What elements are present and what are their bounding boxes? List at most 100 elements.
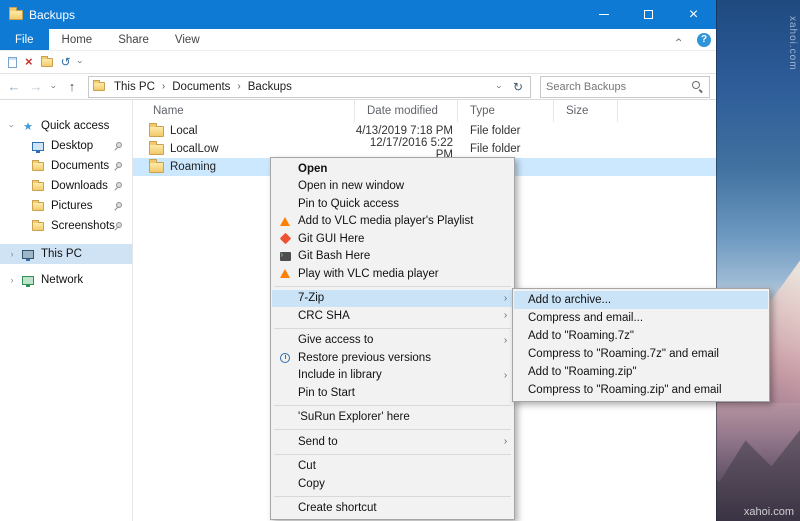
context-menu-item[interactable]: Git GUI Here — [272, 230, 513, 248]
file-type: File folder — [470, 125, 521, 137]
delete-icon[interactable] — [25, 53, 33, 71]
address-bar[interactable]: This PC Documents Backups — [88, 75, 531, 98]
location-folder-icon — [93, 80, 105, 91]
breadcrumb-item[interactable]: This PC — [109, 81, 167, 93]
submenu-item[interactable]: Add to "Roaming.zip" — [514, 363, 768, 381]
help-button[interactable]: ? — [692, 29, 716, 50]
ribbon-spacer — [213, 29, 666, 50]
undo-icon[interactable] — [61, 53, 71, 71]
folder-icon — [149, 122, 164, 137]
ribbon-tab[interactable]: Home — [49, 29, 106, 50]
close-button[interactable] — [671, 0, 716, 29]
recent-locations-dropdown-icon[interactable] — [49, 81, 59, 93]
context-menu-item[interactable]: Include in library — [272, 367, 513, 385]
file-type: File folder — [470, 143, 521, 155]
context-menu-item[interactable]: Copy — [272, 475, 513, 493]
new-folder-icon[interactable] — [40, 55, 53, 67]
breadcrumb-item[interactable]: Backups — [243, 81, 297, 93]
submenu-item[interactable]: Add to archive... — [514, 291, 768, 309]
quick-access-toolbar — [0, 51, 716, 74]
ribbon-collapse-button[interactable] — [666, 29, 692, 50]
submenu-arrow-icon — [498, 370, 513, 381]
back-button[interactable] — [4, 79, 24, 94]
sidebar-item[interactable]: Pictures — [0, 196, 132, 216]
submenu-item[interactable]: Add to "Roaming.7z" — [514, 327, 768, 345]
sidebar-item-this-pc[interactable]: This PC — [0, 244, 132, 264]
breadcrumb-item[interactable]: Documents — [167, 81, 243, 93]
column-header-row: Name Date modified Type Size — [133, 100, 716, 122]
context-menu-item[interactable]: 7-Zip — [272, 289, 513, 307]
window-folder-icon — [9, 6, 23, 20]
search-box — [540, 75, 710, 98]
sidebar-item-network[interactable]: Network — [0, 270, 132, 290]
titlebar: Backups — [0, 0, 716, 29]
folder-icon — [32, 219, 44, 231]
pin-icon — [114, 142, 123, 151]
folder-icon — [32, 159, 44, 171]
maximize-icon — [644, 10, 653, 19]
screen: xahoi.com xahoi.com Backups File Home Sh… — [0, 0, 800, 521]
submenu-arrow-icon — [498, 436, 513, 447]
context-menu-item[interactable]: Send to — [272, 433, 513, 451]
folder-icon — [149, 158, 164, 173]
sidebar-item[interactable]: Screenshots — [0, 216, 132, 236]
file-row[interactable]: LocalLow 12/17/2016 5:22 PM File folder — [133, 137, 716, 161]
watermark-side: xahoi.com — [787, 16, 798, 71]
submenu-item[interactable]: Compress to "Roaming.7z" and email — [514, 345, 768, 363]
file-name: LocalLow — [170, 143, 219, 155]
context-menu-item[interactable]: Create shortcut — [272, 500, 513, 518]
maximize-button[interactable] — [626, 0, 671, 29]
git-bash-icon — [279, 250, 291, 261]
context-menu-item[interactable]: Cut — [272, 458, 513, 476]
address-dropdown-icon[interactable] — [494, 80, 504, 93]
customize-toolbar-dropdown-icon[interactable] — [75, 61, 85, 64]
context-menu-item[interactable]: Open in new window — [272, 178, 513, 196]
context-menu-item[interactable]: Add to VLC media player's Playlist — [272, 213, 513, 231]
context-menu-item — [274, 404, 511, 406]
file-date-modified: 4/13/2019 7:18 PM — [355, 125, 453, 137]
breadcrumb: This PC Documents Backups — [109, 81, 489, 93]
sidebar-item[interactable]: Downloads — [0, 176, 132, 196]
context-menu: Open Open in new window Pin to Quick acc… — [270, 157, 515, 520]
file-name: Roaming — [170, 161, 217, 173]
submenu-item[interactable]: Compress and email... — [514, 309, 768, 327]
address-bar-row: This PC Documents Backups — [0, 74, 716, 100]
context-menu-item[interactable]: Give access to — [272, 332, 513, 350]
sidebar-item-quick-access[interactable]: Quick access — [0, 116, 132, 136]
refresh-icon[interactable] — [510, 78, 526, 96]
up-button[interactable] — [62, 79, 82, 94]
chevron-right-icon — [7, 275, 17, 285]
column-header-type[interactable]: Type — [458, 100, 554, 122]
context-menu-item[interactable]: Restore previous versions — [272, 349, 513, 367]
forward-button[interactable] — [26, 79, 46, 94]
window-title: Backups — [29, 7, 76, 22]
search-icon[interactable] — [691, 80, 704, 93]
context-menu-item[interactable]: Pin to Start — [272, 384, 513, 402]
submenu-arrow-icon — [498, 293, 513, 304]
context-menu-item[interactable]: Open — [272, 160, 513, 178]
context-menu-item[interactable]: Pin to Quick access — [272, 195, 513, 213]
minimize-icon — [598, 14, 609, 15]
context-menu-item[interactable]: 'SuRun Explorer' here — [272, 409, 513, 427]
ribbon-tab[interactable]: File — [0, 29, 49, 50]
folder-icon — [149, 140, 164, 155]
history-icon — [280, 352, 290, 363]
submenu-item[interactable]: Compress to "Roaming.zip" and email — [514, 381, 768, 399]
context-menu-item[interactable]: Git Bash Here — [272, 248, 513, 266]
ribbon-tab[interactable]: View — [162, 29, 213, 50]
pin-icon — [114, 182, 123, 191]
context-menu-item[interactable]: CRC SHA — [272, 307, 513, 325]
search-input[interactable] — [546, 80, 691, 93]
column-header-size[interactable]: Size — [554, 100, 618, 122]
sidebar-item[interactable]: Documents — [0, 156, 132, 176]
ribbon-tab[interactable]: Share — [105, 29, 162, 50]
column-header-name[interactable]: Name — [133, 100, 355, 122]
sidebar-item[interactable]: Desktop — [0, 136, 132, 156]
vlc-icon — [280, 269, 290, 279]
git-gui-icon — [279, 233, 291, 245]
minimize-button[interactable] — [581, 0, 626, 29]
context-menu-item — [274, 495, 511, 497]
properties-icon[interactable] — [8, 56, 17, 68]
column-header-date-modified[interactable]: Date modified — [355, 100, 458, 122]
context-menu-item[interactable]: Play with VLC media player — [272, 265, 513, 283]
